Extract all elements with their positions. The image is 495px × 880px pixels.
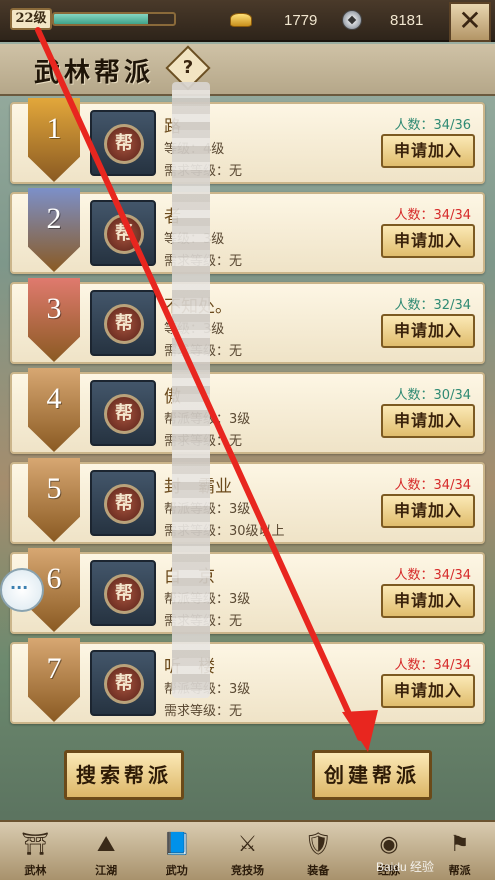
guild-emblem: 帮 (90, 560, 156, 626)
experience-fill (54, 14, 148, 24)
guild-emblem: 帮 (90, 470, 156, 536)
question-icon: ? (182, 57, 194, 78)
close-icon: ✕ (458, 4, 482, 37)
emblem-icon: 帮 (104, 124, 144, 164)
nav-item-竞技场[interactable]: ⚔ 竞技场 (212, 822, 283, 880)
apply-join-button[interactable]: 申请加入 (381, 404, 475, 438)
member-count: 人数：34/34 (394, 208, 471, 223)
experience-bar (52, 12, 176, 26)
member-count: 人数：32/34 (394, 298, 471, 313)
rank-number: 4 (46, 382, 62, 415)
chat-bubble-icon[interactable] (0, 568, 44, 612)
nav-item-帮派[interactable]: ⚑ 帮派 (424, 822, 495, 880)
emblem-icon: 帮 (104, 484, 144, 524)
emblem-icon: 帮 (104, 664, 144, 704)
rank-banner: 7 (28, 638, 80, 722)
player-level: 22级 (10, 8, 52, 30)
nav-item-武功[interactable]: 📘 武功 (141, 822, 212, 880)
guild-emblem: 帮 (90, 290, 156, 356)
guild-emblem: 帮 (90, 200, 156, 266)
emblem-icon: 帮 (104, 394, 144, 434)
rank-number: 1 (46, 112, 62, 145)
nav-item-武林[interactable]: ⛩ 武林 (0, 822, 71, 880)
crossed-swords-icon: ⚔ (237, 831, 258, 857)
guild-row[interactable]: 4 帮 傲 帮派等级：3级 需求等级：无 人数：30/34 申请加入 (10, 368, 485, 454)
guild-row[interactable]: 1 帮 路 等级：4级 需求等级：无 人数：34/36 申请加入 (10, 98, 485, 184)
straw-hat-icon: ⛰ (96, 831, 116, 857)
coin-icon (342, 10, 362, 30)
guild-emblem: 帮 (90, 650, 156, 716)
gold-currency: 1779 (230, 8, 317, 32)
member-count: 人数：34/36 (394, 118, 471, 133)
guild-row[interactable]: 7 帮 听 楼 帮派等级：3级 需求等级：无 人数：34/34 申请加入 (10, 638, 485, 724)
privacy-blur (172, 82, 210, 698)
member-count: 人数：34/34 (394, 568, 471, 583)
member-count: 人数：34/34 (394, 658, 471, 673)
page-header: 武林帮派 ? (0, 44, 495, 96)
rank-number: 7 (46, 652, 62, 685)
search-guild-button[interactable]: 搜索帮派 (64, 750, 184, 800)
nav-label: 武林 (24, 864, 47, 877)
guild-row[interactable]: 5 帮 封 霸业 帮派等级：3级 需求等级：30级以上 人数：34/34 申请加… (10, 458, 485, 544)
nav-label: 江湖 (95, 864, 118, 877)
top-status-bar: 22级 1779 8181 ✕ (0, 0, 495, 42)
apply-join-button[interactable]: 申请加入 (381, 584, 475, 618)
gold-amount: 1779 (284, 11, 318, 29)
apply-join-button[interactable]: 申请加入 (381, 494, 475, 528)
pagoda-icon: ⛩ (21, 831, 50, 857)
create-guild-button[interactable]: 创建帮派 (312, 750, 432, 800)
rank-banner: 4 (28, 368, 80, 452)
guild-row[interactable]: 3 帮 不知处。 等级：3级 需求等级：无 人数：32/34 申请加入 (10, 278, 485, 364)
guild-icon: ⚑ (449, 831, 470, 857)
apply-join-button[interactable]: 申请加入 (381, 224, 475, 258)
emblem-icon: 帮 (104, 214, 144, 254)
rank-number: 3 (46, 292, 62, 325)
emblem-icon: 帮 (104, 304, 144, 344)
nav-label: 装备 (307, 864, 330, 877)
nav-label: 帮派 (448, 864, 471, 877)
rank-banner: 5 (28, 458, 80, 542)
nav-label: 武功 (165, 864, 188, 877)
emblem-icon: 帮 (104, 574, 144, 614)
page-title: 武林帮派 (34, 58, 155, 88)
rank-banner: 3 (28, 278, 80, 362)
apply-join-button[interactable]: 申请加入 (381, 674, 475, 708)
apply-join-button[interactable]: 申请加入 (381, 314, 475, 348)
guild-row[interactable]: 6 帮 白 京 帮派等级：3级 需求等级：无 人数：34/34 申请加入 (10, 548, 485, 634)
rank-banner: 2 (28, 188, 80, 272)
member-count: 人数：30/34 (394, 388, 471, 403)
silver-currency: 8181 (342, 8, 423, 32)
silver-amount: 8181 (390, 11, 424, 29)
guild-emblem: 帮 (90, 110, 156, 176)
rank-banner: 1 (28, 98, 80, 182)
required-level: 需求等级：无 (164, 704, 243, 719)
guild-emblem: 帮 (90, 380, 156, 446)
close-button[interactable]: ✕ (449, 2, 491, 42)
apply-join-button[interactable]: 申请加入 (381, 134, 475, 168)
rank-number: 5 (46, 472, 62, 505)
nav-label: 竞技场 (231, 864, 265, 877)
rank-number: 2 (46, 202, 62, 235)
nav-item-江湖[interactable]: ⛰ 江湖 (71, 822, 142, 880)
armor-icon: 🛡 (304, 831, 333, 857)
member-count: 人数：34/34 (394, 478, 471, 493)
guild-row[interactable]: 2 帮 者 等级：3级 需求等级：无 人数：34/34 申请加入 (10, 188, 485, 274)
orb-icon: ◉ (379, 831, 399, 857)
gold-ingot-icon (230, 13, 252, 27)
book-icon: 📘 (163, 831, 191, 857)
watermark: Baidu 经验 (376, 860, 435, 874)
nav-item-装备[interactable]: 🛡 装备 (283, 822, 354, 880)
